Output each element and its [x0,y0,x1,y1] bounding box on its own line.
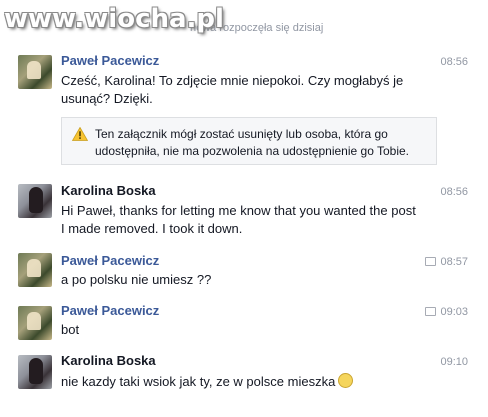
avatar[interactable] [18,184,52,218]
warning-triangle-icon [72,127,88,141]
message-text: Hi Paweł, thanks for letting me know tha… [61,203,416,236]
timestamp-with-sent: 08:57 [425,256,468,268]
timestamp-with-sent: 09:03 [425,306,468,318]
avatar[interactable] [18,253,52,287]
timestamp: 09:03 [440,306,468,318]
watermark: www.wiocha.pl [4,4,224,34]
sender-name[interactable]: Karolina Boska [61,353,156,368]
avatar[interactable] [18,55,52,89]
sender-name[interactable]: Paweł Pacewicz [61,253,159,268]
avatar[interactable] [18,355,52,389]
sender-name[interactable]: Karolina Boska [61,183,156,198]
avatar[interactable] [18,306,52,340]
timestamp: 09:10 [440,356,468,368]
attachment-notice-text: Ten załącznik mógł zostać usunięty lub o… [95,127,410,158]
message-text: a po polsku nie umiesz ?? [61,272,212,287]
message-sent-icon [425,257,437,266]
attachment-notice: Ten załącznik mógł zostać usunięty lub o… [61,117,437,165]
sender-name[interactable]: Paweł Pacewicz [61,303,159,318]
message-text: Cześć, Karolina! To zdjęcie mnie niepoko… [61,73,404,106]
smiley-icon [338,373,354,388]
timestamp: 08:56 [440,186,468,198]
message-text: nie kazdy taki wsiok jak ty, ze w polsce… [61,374,336,389]
message-text: bot [61,322,80,337]
message-text-row: nie kazdy taki wsiok jak ty, ze w polsce… [61,373,421,391]
message-sent-icon [425,307,437,316]
sender-name[interactable]: Paweł Pacewicz [61,53,159,68]
timestamp: 08:56 [440,56,468,68]
timestamp: 08:57 [440,256,468,268]
